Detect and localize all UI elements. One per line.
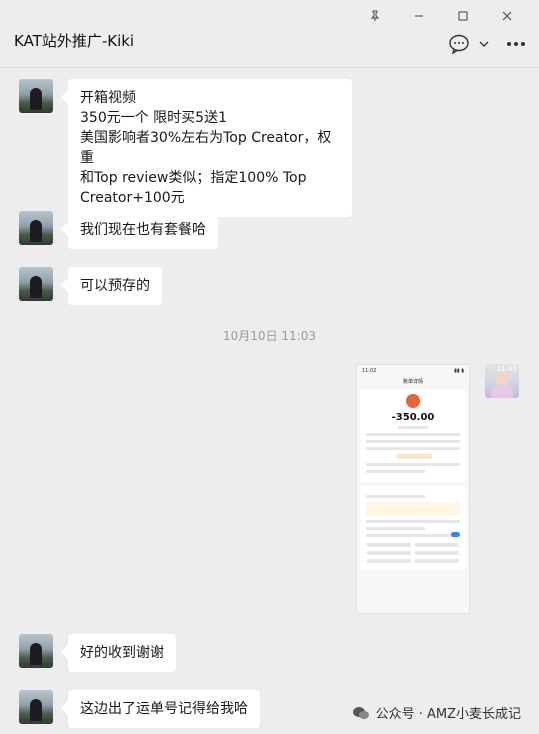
message-bubble[interactable]: 我们现在也有套餐哈 (68, 211, 218, 249)
message-timestamp: 10月10日 11:03 (223, 329, 316, 343)
payment-amount: -350.00 (391, 412, 435, 423)
avatar-time: 11:43 (496, 365, 517, 373)
wechat-icon (352, 706, 370, 720)
message-bubble[interactable]: 这边出了运单号记得给我哈 (68, 690, 260, 728)
avatar[interactable] (19, 211, 53, 245)
avatar[interactable] (19, 79, 53, 113)
title-bar: KAT站外推广-Kiki (0, 0, 539, 68)
image-message[interactable]: 11:02 ▮▮ ▮ 账单详情 -350.00 (356, 364, 470, 614)
watermark-text: 公众号 · AMZ小麦长成记 (375, 707, 521, 722)
more-icon[interactable] (507, 42, 525, 46)
chat-bubble-icon[interactable] (449, 34, 471, 54)
window-controls (353, 6, 529, 26)
avatar[interactable] (19, 634, 53, 668)
chat-title: KAT站外推广-Kiki (14, 32, 135, 50)
avatar[interactable] (19, 690, 53, 724)
watermark: 公众号 · AMZ小麦长成记 (352, 703, 521, 722)
pin-icon[interactable] (353, 6, 397, 26)
merchant-icon (406, 394, 420, 408)
chevron-down-icon[interactable] (479, 40, 489, 48)
chat-actions (449, 34, 525, 54)
maximize-icon[interactable] (441, 6, 485, 26)
message-bubble[interactable]: 好的收到谢谢 (68, 634, 176, 672)
avatar[interactable]: 11:43 (485, 364, 519, 398)
minimize-icon[interactable] (397, 6, 441, 26)
message-list[interactable]: 开箱视频 350元一个 限时买5送1 美国影响者30%左右为Top Creato… (0, 69, 539, 734)
close-icon[interactable] (485, 6, 529, 26)
avatar[interactable] (19, 267, 53, 301)
message-bubble[interactable]: 可以预存的 (68, 267, 162, 305)
message-bubble[interactable]: 开箱视频 350元一个 限时买5送1 美国影响者30%左右为Top Creato… (68, 79, 352, 217)
